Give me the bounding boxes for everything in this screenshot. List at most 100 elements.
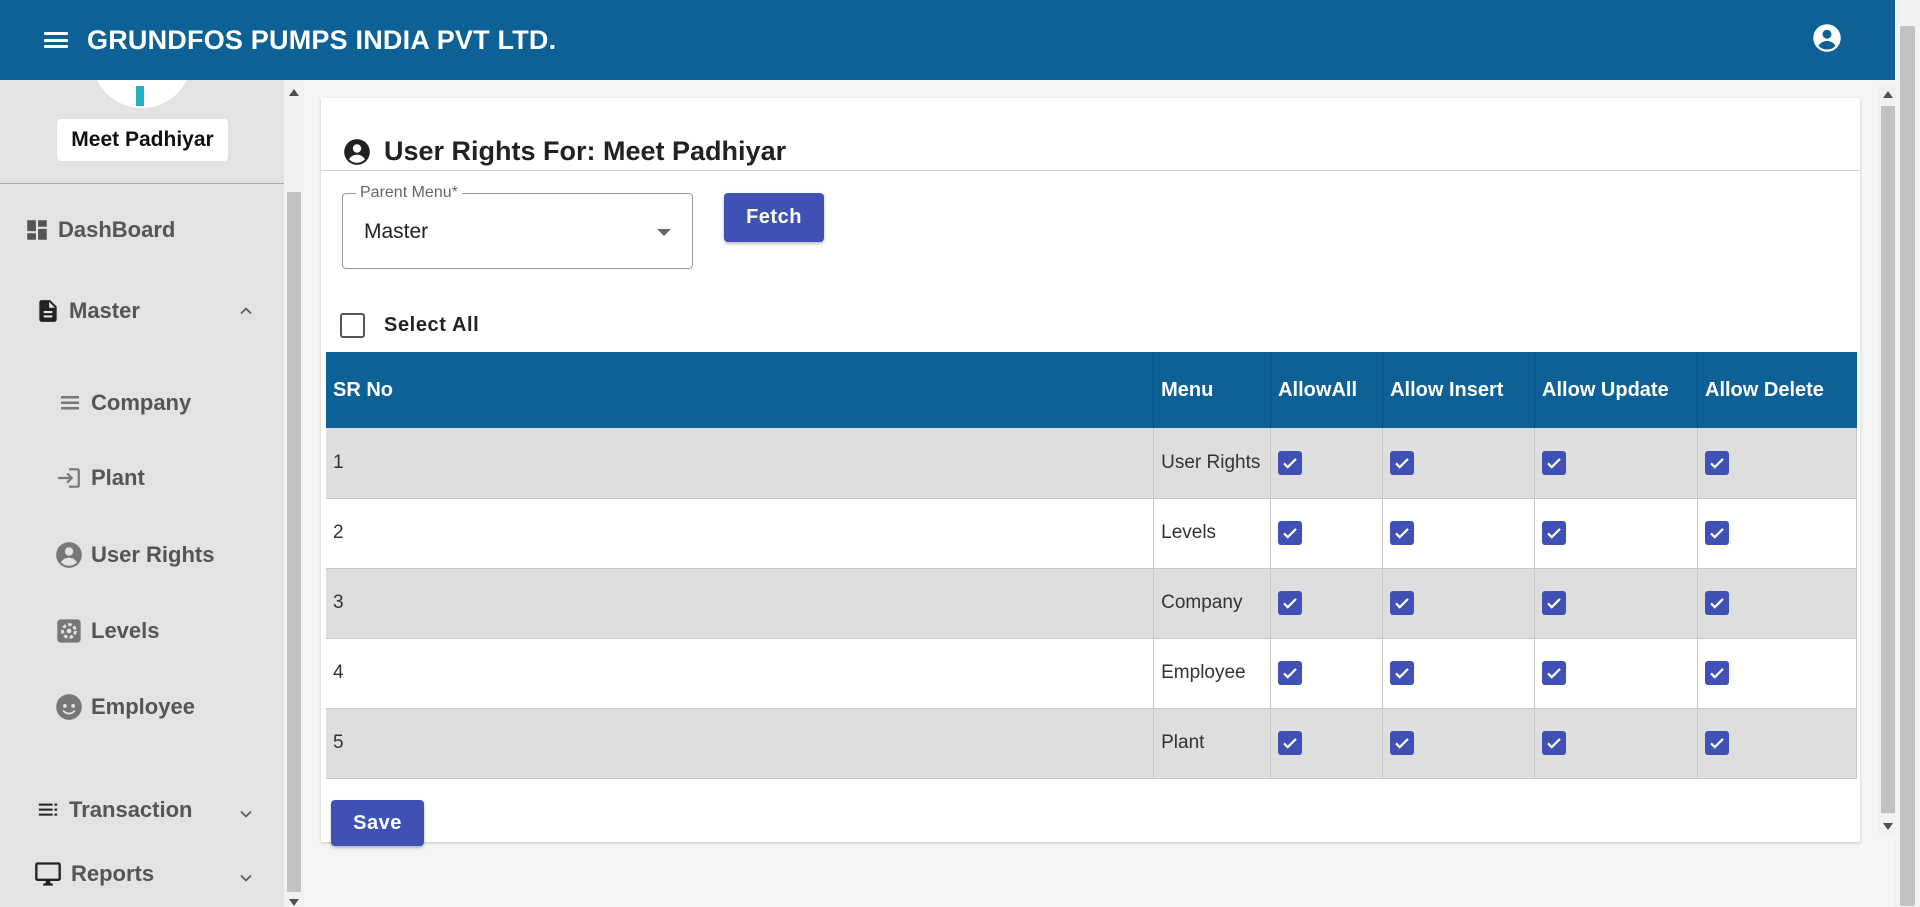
checkbox-checked-icon[interactable]: [1705, 731, 1729, 755]
checkbox-checked-icon[interactable]: [1542, 661, 1567, 685]
checkbox-unchecked-icon[interactable]: [340, 313, 365, 338]
checkbox-checked-icon[interactable]: [1542, 521, 1567, 545]
chevron-up-icon[interactable]: [236, 301, 256, 321]
column-header-allow-delete: Allow Delete: [1697, 352, 1857, 428]
document-icon: [39, 300, 57, 322]
account-circle-icon[interactable]: [1812, 23, 1842, 53]
page-scrollbar-thumb[interactable]: [1900, 26, 1915, 906]
menu-cell: Employee: [1153, 638, 1272, 709]
sr-no-cell: 4: [326, 638, 1155, 709]
scroll-up-arrow-icon[interactable]: [289, 89, 299, 96]
insert-cell: [1382, 428, 1536, 499]
checkbox-checked-icon[interactable]: [1390, 661, 1415, 685]
sidebar-item-dashboard[interactable]: DashBoard: [24, 217, 175, 243]
sr-no-cell: 1: [326, 428, 1155, 499]
sidebar-item-label: Levels: [91, 618, 160, 643]
table-header-row: SR No Menu AllowAll Allow Insert Allow U…: [326, 352, 1857, 428]
update-cell: [1534, 498, 1698, 569]
column-header-menu: Menu: [1153, 352, 1272, 428]
allow-all-cell: [1270, 498, 1384, 569]
dropdown-caret-icon[interactable]: [657, 229, 671, 236]
login-icon: [58, 468, 80, 488]
check-icon: [1283, 598, 1297, 609]
app-title: GRUNDFOS PUMPS INDIA PVT LTD.: [87, 24, 557, 55]
fetch-button[interactable]: Fetch: [724, 193, 824, 242]
save-button[interactable]: Save: [331, 800, 424, 846]
checkbox-checked-icon[interactable]: [1705, 521, 1729, 545]
sidebar-item-transaction[interactable]: Transaction: [35, 797, 192, 823]
delete-cell: [1697, 568, 1857, 639]
menu-cell: User Rights: [1153, 428, 1272, 499]
checkbox-checked-icon[interactable]: [1278, 661, 1303, 685]
sr-no-cell: 2: [326, 498, 1155, 569]
check-icon: [1547, 668, 1561, 679]
checkbox-checked-icon[interactable]: [1542, 731, 1567, 755]
select-all-label: Select All: [384, 314, 480, 336]
scroll-down-arrow-icon[interactable]: [1883, 823, 1893, 830]
sidebar-scrollbar[interactable]: [284, 80, 304, 907]
checkbox-checked-icon[interactable]: [1390, 450, 1415, 475]
sidebar-item-levels[interactable]: Levels: [55, 617, 160, 645]
sidebar-scrollbar-thumb[interactable]: [287, 192, 301, 892]
checkbox-checked-icon[interactable]: [1542, 591, 1567, 615]
checkbox-checked-icon[interactable]: [1278, 450, 1303, 475]
check-icon: [1547, 738, 1561, 749]
check-icon: [1395, 668, 1409, 679]
insert-cell: [1382, 498, 1536, 569]
dashboard-icon: [27, 220, 47, 240]
select-all-checkbox[interactable]: Select All: [340, 313, 479, 338]
page-scrollbar[interactable]: [1895, 0, 1920, 907]
table-row: 2 Levels: [326, 498, 1857, 569]
checkbox-checked-icon[interactable]: [1278, 521, 1303, 545]
scroll-down-arrow-icon[interactable]: [289, 899, 299, 906]
check-icon: [1395, 528, 1409, 539]
card-divider: [321, 170, 1860, 171]
list-icon: [38, 803, 58, 816]
check-icon: [1547, 598, 1561, 609]
sidebar-item-company[interactable]: Company: [57, 390, 191, 416]
hamburger-menu-icon[interactable]: [42, 29, 70, 51]
sidebar-item-employee[interactable]: Employee: [55, 693, 195, 721]
menu-cell: Company: [1153, 568, 1272, 639]
sidebar: Meet Padhiyar DashBoard Master Company P…: [0, 80, 284, 907]
check-icon: [1547, 528, 1561, 539]
content-scrollbar-thumb[interactable]: [1881, 106, 1895, 813]
checkbox-checked-icon[interactable]: [1390, 591, 1415, 615]
check-icon: [1710, 457, 1724, 469]
update-cell: [1534, 568, 1698, 639]
table-row: 1 User Rights: [326, 428, 1857, 499]
scroll-up-arrow-icon[interactable]: [1883, 91, 1893, 98]
sidebar-item-label: DashBoard: [58, 217, 176, 242]
check-icon: [1283, 457, 1297, 469]
chevron-down-icon[interactable]: [236, 868, 256, 888]
sidebar-item-user-rights[interactable]: User Rights: [55, 541, 214, 569]
chevron-down-icon[interactable]: [236, 804, 256, 824]
checkbox-checked-icon[interactable]: [1390, 521, 1415, 545]
sidebar-item-master[interactable]: Master: [35, 297, 140, 325]
update-cell: [1534, 428, 1698, 499]
checkbox-checked-icon[interactable]: [1278, 591, 1303, 615]
checkbox-checked-icon[interactable]: [1705, 591, 1729, 615]
sidebar-item-label: Reports: [71, 861, 155, 886]
column-header-sr-no: SR No: [326, 352, 1155, 428]
user-rights-card: User Rights For: Meet Padhiyar Parent Me…: [321, 98, 1860, 846]
sidebar-item-reports[interactable]: Reports: [33, 860, 154, 888]
monitor-icon: [35, 862, 61, 886]
sidebar-item-plant[interactable]: Plant: [55, 465, 145, 491]
parent-menu-select[interactable]: Parent Menu* Master: [342, 184, 693, 269]
check-icon: [1283, 668, 1297, 679]
checkbox-checked-icon[interactable]: [1278, 731, 1303, 755]
user-rights-table: SR No Menu AllowAll Allow Insert Allow U…: [326, 352, 1857, 779]
checkbox-checked-icon[interactable]: [1705, 450, 1729, 475]
account-circle-icon: [344, 138, 370, 165]
avatar-tie-graphic: [136, 86, 144, 106]
delete-cell: [1697, 428, 1857, 499]
sidebar-item-label: Transaction: [69, 797, 193, 822]
card-header: User Rights For: Meet Padhiyar: [343, 136, 786, 167]
checkbox-checked-icon[interactable]: [1542, 450, 1567, 475]
checkbox-checked-icon[interactable]: [1390, 731, 1415, 755]
sidebar-item-label: Employee: [91, 694, 195, 719]
sr-no-cell: 5: [326, 708, 1155, 779]
update-cell: [1534, 638, 1698, 709]
checkbox-checked-icon[interactable]: [1705, 661, 1729, 685]
